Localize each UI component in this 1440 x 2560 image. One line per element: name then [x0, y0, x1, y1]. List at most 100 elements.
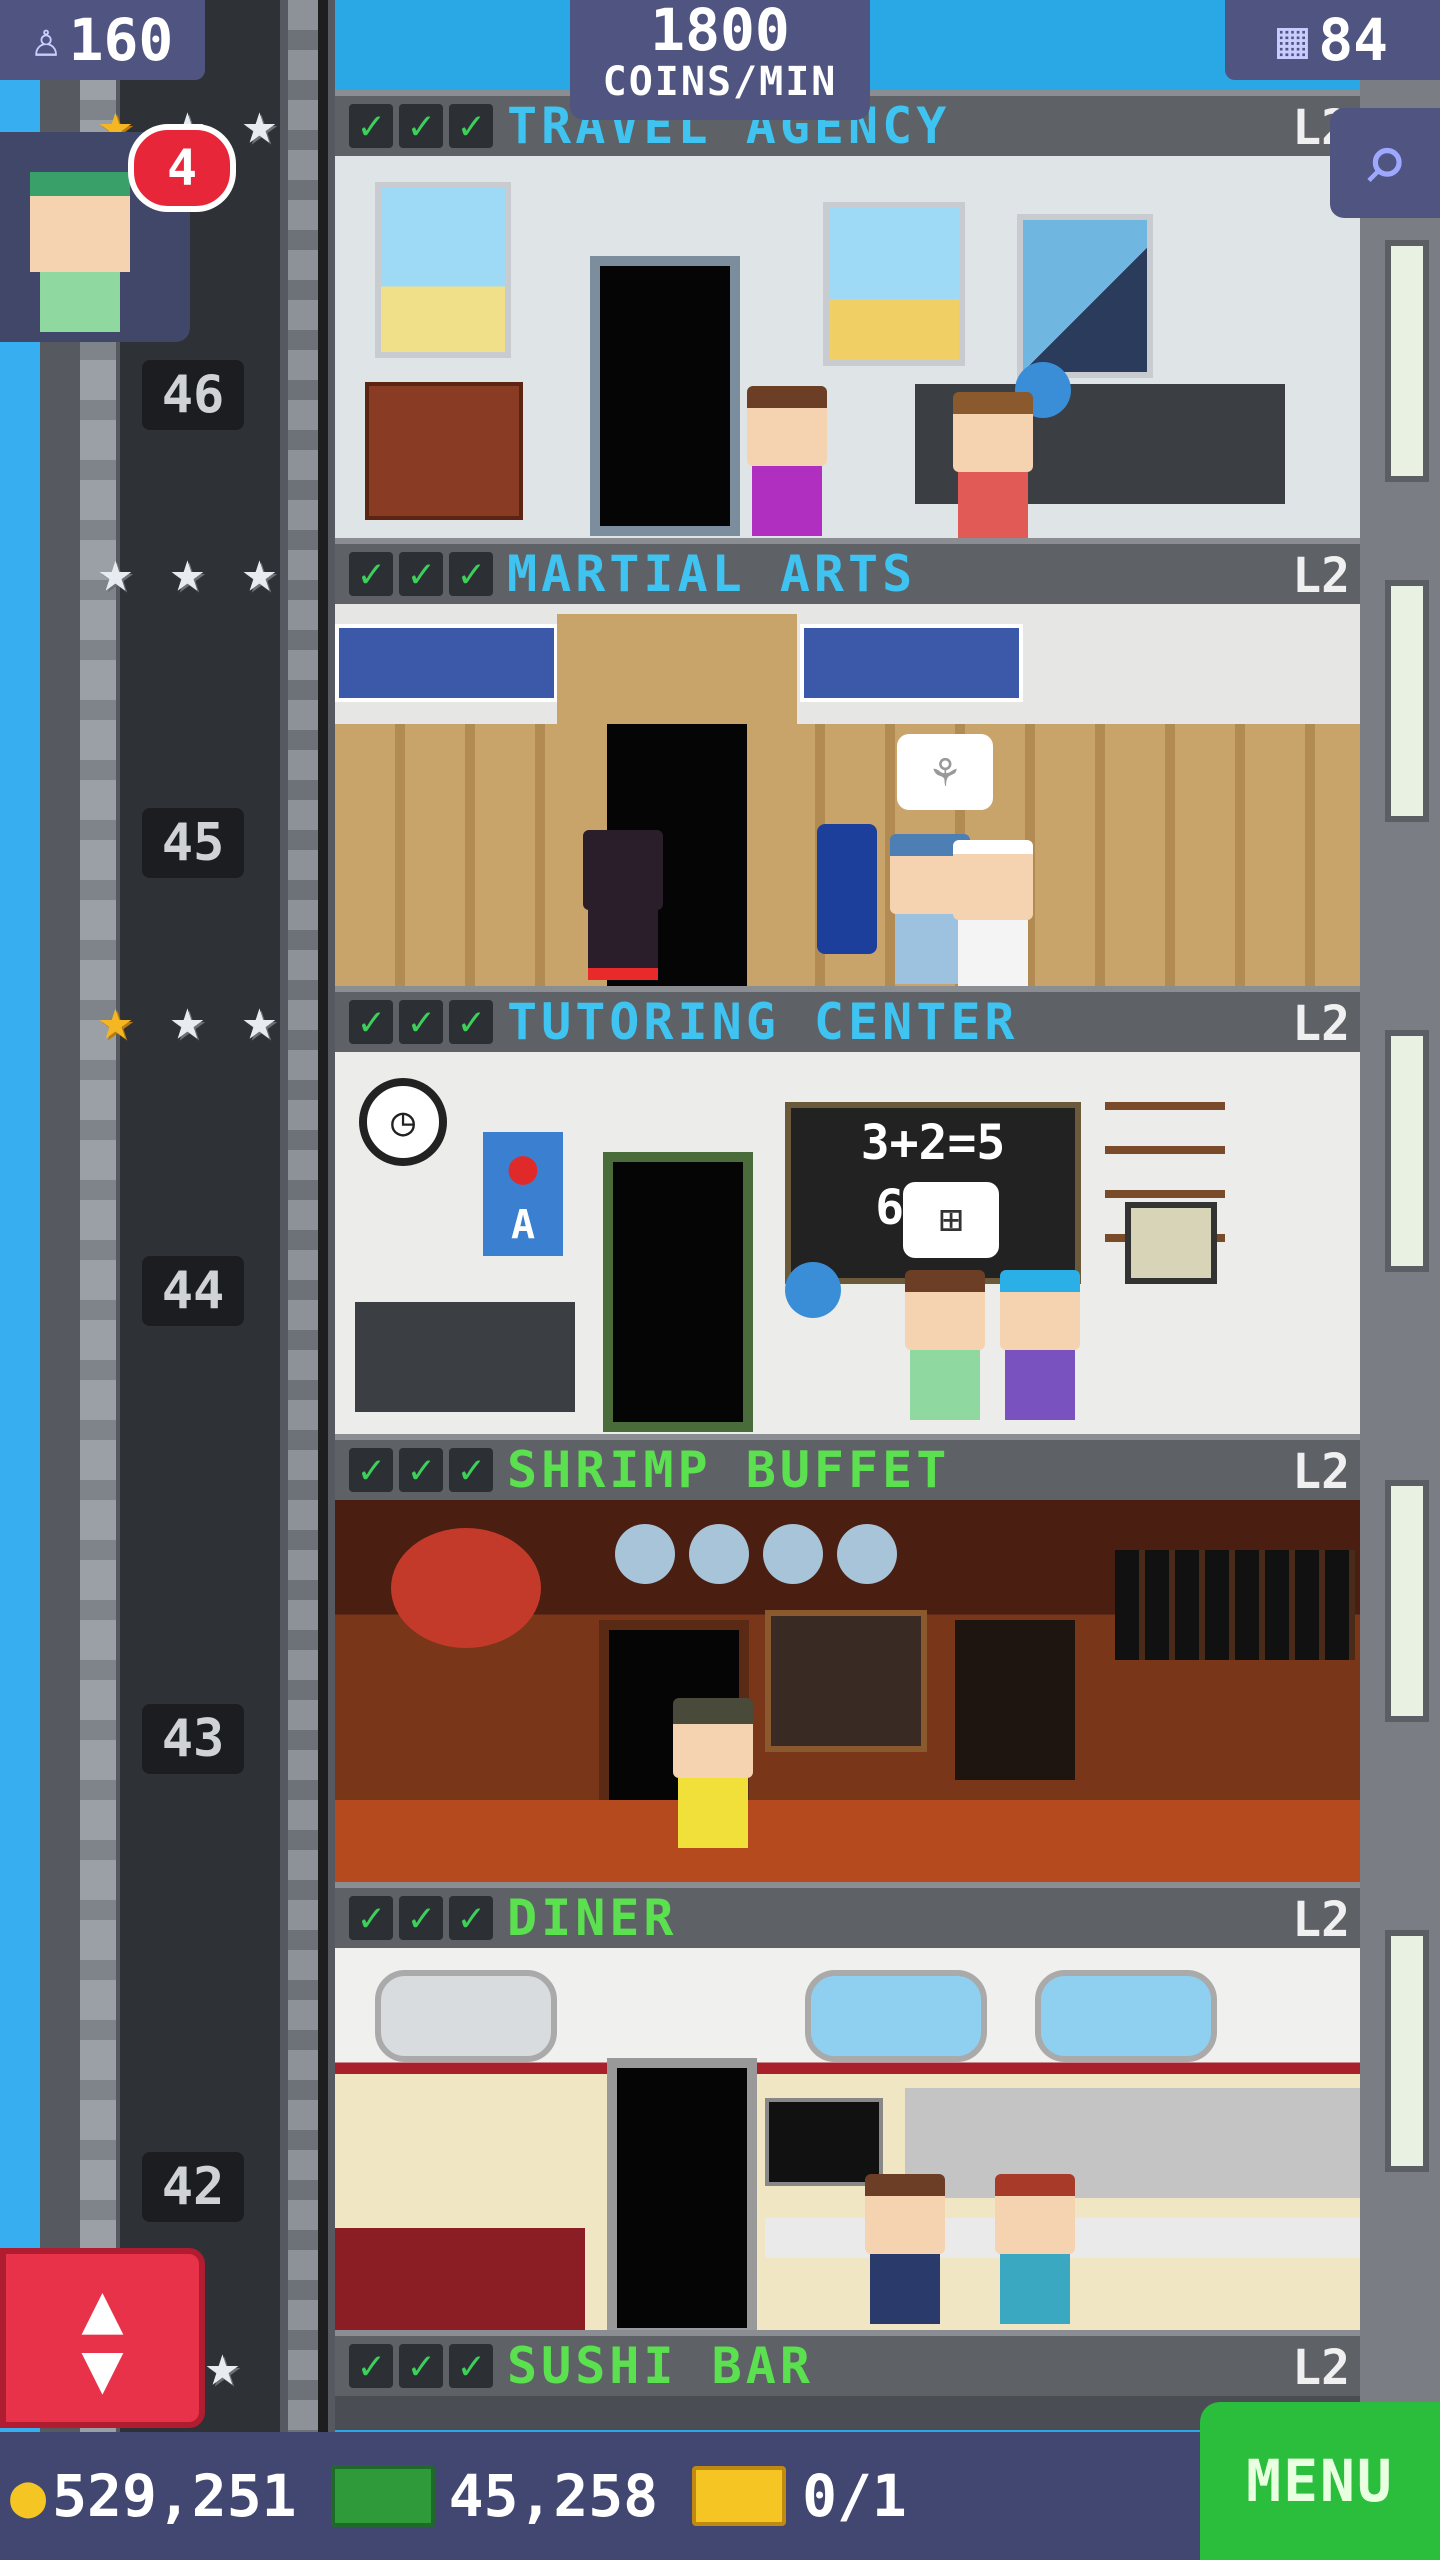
- arrow-down-icon: ▼: [81, 2327, 124, 2409]
- floor-header[interactable]: ✓ ✓ ✓ MARTIAL ARTS L2: [335, 538, 1360, 604]
- checkmark-icon: ✓: [399, 999, 443, 1045]
- bottle-shelf: [765, 1610, 927, 1752]
- tickets-value: 0/1: [802, 2462, 907, 2530]
- sensei-person[interactable]: [953, 840, 1033, 986]
- checkmark-icon: ✓: [349, 999, 393, 1045]
- side-window: [1385, 1930, 1429, 2172]
- checkmark-icon: ✓: [349, 1447, 393, 1493]
- bux-display[interactable]: 45,258: [330, 2462, 659, 2530]
- star-icon: ★: [242, 985, 277, 1053]
- elevator-floor-number[interactable]: 45: [142, 808, 244, 878]
- floor-martial-arts[interactable]: ✓ ✓ ✓ MARTIAL ARTS L2 ⚘: [335, 538, 1360, 986]
- checkmark-icon: ✓: [399, 103, 443, 149]
- person-icon: ♙: [31, 12, 61, 68]
- stock-checks: ✓ ✓ ✓: [349, 103, 493, 149]
- coins-per-min-value: 1800: [650, 0, 790, 64]
- checkmark-icon: ✓: [449, 103, 493, 149]
- study-desk: [355, 1302, 575, 1412]
- floor-travel-agency[interactable]: ✓ ✓ ✓ TRAVEL AGENCY L2: [335, 90, 1360, 538]
- floor-level: L2: [1292, 548, 1350, 604]
- bux-icon: [330, 2465, 435, 2527]
- diner-window: [375, 1970, 557, 2062]
- floor-level: L2: [1292, 1444, 1350, 1500]
- travel-poster: [823, 202, 965, 366]
- tenant-person[interactable]: [747, 386, 827, 536]
- side-window: [1385, 580, 1429, 822]
- floor-shrimp-buffet[interactable]: ✓ ✓ ✓ SHRIMP BUFFET L2: [335, 1434, 1360, 1882]
- visitor-count-badge: 4: [128, 124, 236, 212]
- floors-count-badge[interactable]: ▦ 84: [1225, 0, 1440, 80]
- floor-name: MARTIAL ARTS: [507, 545, 917, 603]
- population-count: 160: [68, 6, 174, 74]
- floor-header[interactable]: ✓ ✓ ✓ SHRIMP BUFFET L2: [335, 1434, 1360, 1500]
- tenant-person[interactable]: [673, 1698, 753, 1848]
- star-icon: ★: [242, 537, 277, 605]
- buffet-counter: [335, 1800, 1360, 1882]
- tenant-person[interactable]: [865, 2174, 945, 2324]
- sky-strip: [0, 0, 40, 2560]
- bux-value: 45,258: [448, 2462, 659, 2530]
- tenant-person[interactable]: [905, 1270, 985, 1420]
- menu-board: [1115, 1550, 1355, 1660]
- floors-count: 84: [1318, 6, 1389, 74]
- elevator-floor-number[interactable]: 43: [142, 1704, 244, 1774]
- menu-button[interactable]: MENU: [1200, 2402, 1440, 2560]
- room-door: [590, 256, 740, 536]
- speech-bubble[interactable]: ⚘: [897, 734, 993, 810]
- shrimp-sign: [391, 1528, 541, 1648]
- globe-icon: [785, 1262, 841, 1318]
- star-icon: ★: [242, 89, 277, 157]
- floor-diner[interactable]: ✓ ✓ ✓ DINER L2: [335, 1882, 1360, 2330]
- speech-bubble[interactable]: ⊞: [903, 1182, 999, 1258]
- building-icon: ▦: [1276, 10, 1309, 70]
- ticket-icon: [692, 2466, 787, 2526]
- city-poster: [1017, 214, 1153, 378]
- floor-star-rating: ★: [205, 2336, 263, 2394]
- stock-checks: ✓ ✓ ✓: [349, 999, 493, 1045]
- stock-checks: ✓ ✓ ✓: [349, 1895, 493, 1941]
- room-travel-agency[interactable]: [335, 156, 1360, 538]
- elevator-floor-number[interactable]: 46: [142, 360, 244, 430]
- tenant-person[interactable]: [953, 392, 1033, 538]
- checkmark-icon: ✓: [349, 1895, 393, 1941]
- star-icon: ★: [170, 537, 205, 605]
- floor-header[interactable]: ✓ ✓ ✓ TUTORING CENTER L2: [335, 986, 1360, 1052]
- floor-header[interactable]: ✓ ✓ ✓ SUSHI BAR L2: [335, 2330, 1360, 2396]
- checkmark-icon: ✓: [449, 2343, 493, 2389]
- room-door: [603, 1152, 753, 1432]
- room-diner[interactable]: [335, 1948, 1360, 2330]
- checkmark-icon: ✓: [399, 2343, 443, 2389]
- dojo-banner: [800, 624, 1023, 702]
- elevator-floor-number[interactable]: 44: [142, 1256, 244, 1326]
- floor-level: L2: [1292, 996, 1350, 1052]
- checkmark-icon: ✓: [449, 1447, 493, 1493]
- population-badge[interactable]: ♙ 160: [0, 0, 205, 80]
- star-icon: ★: [170, 985, 205, 1053]
- floor-header[interactable]: ✓ ✓ ✓ DINER L2: [335, 1882, 1360, 1948]
- diner-booth: [335, 2228, 585, 2330]
- ninja-person[interactable]: [583, 830, 663, 980]
- star-icon: ★: [98, 985, 133, 1053]
- punching-bag: [817, 824, 877, 954]
- diner-menu-board: [765, 2098, 883, 2186]
- room-shrimp-buffet[interactable]: [335, 1500, 1360, 1882]
- side-window: [1385, 240, 1429, 482]
- side-window: [1385, 1480, 1429, 1722]
- tenant-person[interactable]: [1000, 1270, 1080, 1420]
- coins-display[interactable]: ● 529,251: [10, 2461, 297, 2531]
- floor-tutoring-center[interactable]: ✓ ✓ ✓ TUTORING CENTER L2 ◷ ● A 3+2=5 6× …: [335, 986, 1360, 1434]
- checkmark-icon: ✓: [349, 2343, 393, 2389]
- floor-name: SUSHI BAR: [507, 2337, 814, 2395]
- tenant-person[interactable]: [995, 2174, 1075, 2324]
- apple-poster: ● A: [483, 1132, 563, 1256]
- tickets-display[interactable]: 0/1: [692, 2462, 907, 2530]
- zoom-button[interactable]: ⌕: [1330, 108, 1440, 218]
- elevator-button[interactable]: ▲ ▼: [0, 2248, 205, 2428]
- visitor-avatar-body: [40, 272, 120, 332]
- room-martial-arts[interactable]: ⚘: [335, 604, 1360, 986]
- plate-decor: [615, 1524, 935, 1584]
- visitor-avatar: [30, 172, 130, 272]
- elevator-floor-number[interactable]: 42: [142, 2152, 244, 2222]
- clock-icon: ◷: [359, 1078, 447, 1166]
- room-tutoring-center[interactable]: ◷ ● A 3+2=5 6× 6 ⊞: [335, 1052, 1360, 1434]
